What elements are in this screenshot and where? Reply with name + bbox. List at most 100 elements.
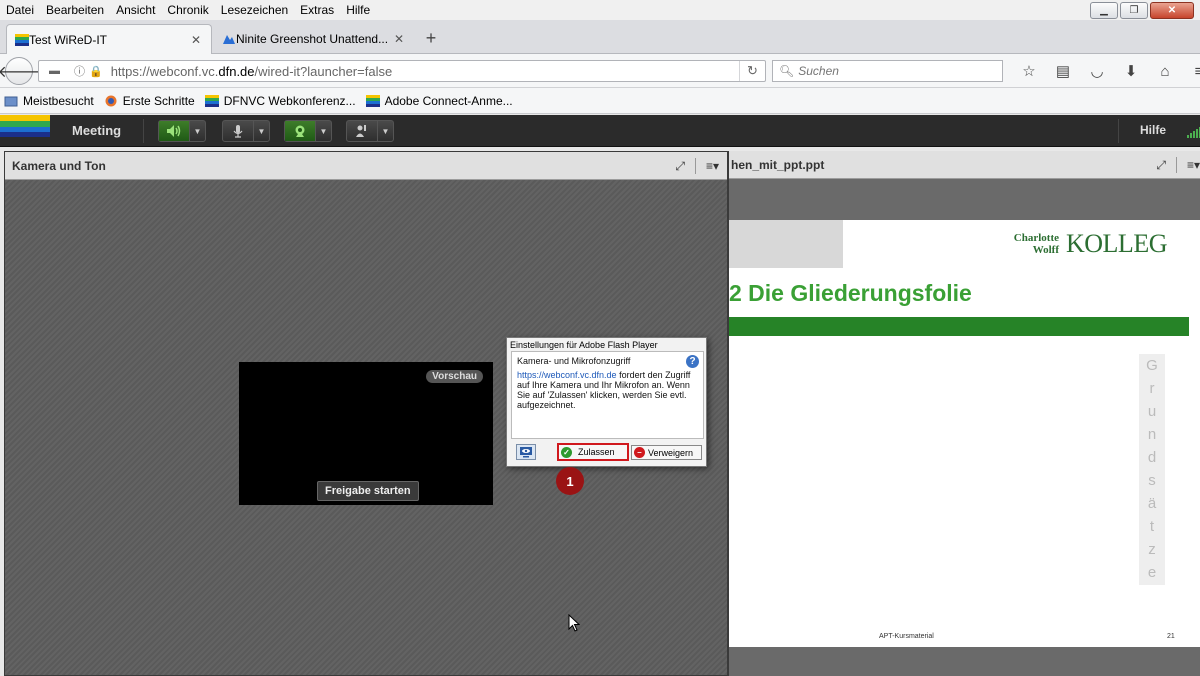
chevron-down-icon[interactable]: ▼: [253, 121, 269, 141]
microphone-button[interactable]: ▼: [222, 120, 270, 142]
webcam-icon: [285, 121, 315, 141]
hamburger-menu-button[interactable]: ≡: [1182, 60, 1200, 82]
download-icon: ⬇: [1124, 63, 1138, 80]
bookmark-label: Adobe Connect-Anme...: [384, 93, 513, 108]
connect-favicon-icon: [204, 94, 219, 107]
bookmark-dfnvc[interactable]: DFNVC Webkonferenz...: [204, 93, 356, 108]
hamburger-icon: ≡: [1194, 62, 1200, 80]
connect-toolbar: Meeting ▼ ▼ ▼ ▼ Hilfe: [0, 115, 1200, 147]
search-input[interactable]: [798, 64, 989, 78]
bookmark-erste-schritte[interactable]: Erste Schritte: [104, 94, 195, 108]
meeting-menu[interactable]: Meeting: [72, 123, 121, 138]
divider: [694, 158, 696, 174]
help-icon[interactable]: ?: [686, 355, 699, 368]
allow-label: Zulassen: [578, 447, 615, 457]
privacy-settings-button[interactable]: [516, 444, 536, 460]
downloads-button[interactable]: ⬇: [1114, 60, 1148, 82]
page-icon: ▬: [49, 65, 60, 77]
flash-settings-dialog: Einstellungen für Adobe Flash Player Kam…: [506, 337, 707, 467]
close-window-button[interactable]: ✕: [1150, 2, 1194, 19]
microphone-icon: [223, 121, 253, 141]
fullscreen-icon[interactable]: ⤢: [675, 159, 685, 174]
chevron-down-icon[interactable]: ▼: [189, 121, 205, 141]
help-menu[interactable]: Hilfe: [1140, 123, 1166, 137]
folder-icon: [4, 96, 18, 106]
monitor-eye-icon: [520, 447, 532, 458]
plus-icon: +: [425, 28, 437, 48]
logo-brand: KOLLEG: [1066, 229, 1167, 258]
person-hand-icon: [347, 121, 377, 141]
pocket-button[interactable]: ◡: [1080, 60, 1114, 82]
slide-green-bar: [729, 317, 1189, 336]
arrow-left-icon: 🡐: [0, 63, 41, 81]
url-bar[interactable]: ▬ ⓘ 🔒 https://webconf.vc.dfn.de/wired-it…: [38, 60, 766, 82]
url-text[interactable]: https://webconf.vc.dfn.de/wired-it?launc…: [111, 64, 392, 79]
search-icon: 🔍︎: [779, 64, 795, 78]
connection-signal-icon: [1187, 127, 1200, 138]
camera-pod-title: Kamera und Ton: [12, 158, 106, 173]
bookmark-adobe-connect[interactable]: Adobe Connect-Anme...: [365, 93, 513, 108]
toolbar-icons: ☆ ▤ ◡ ⬇ ⌂ ≡: [1012, 60, 1200, 82]
lock-icon[interactable]: 🔒: [89, 65, 103, 78]
toolbar-divider: [143, 119, 144, 143]
close-icon: ✕: [1167, 5, 1177, 16]
tab-test-wired-it[interactable]: Test WiReD-IT ✕: [6, 24, 212, 54]
firefox-icon: [105, 95, 117, 106]
tab-bar: Test WiReD-IT ✕ Ninite Greenshot Unatten…: [0, 20, 1200, 54]
camera-preview: Vorschau Freigabe starten: [239, 362, 493, 505]
home-button[interactable]: ⌂: [1148, 60, 1182, 82]
presentation-slide: Charlotte Wolff KOLLEG 2 Die Gliederungsf…: [729, 220, 1200, 647]
info-icon[interactable]: ⓘ: [74, 63, 85, 79]
tab-ninite-greenshot[interactable]: Ninite Greenshot Unattend... ✕: [214, 24, 414, 54]
dialog-message: https://webconf.vc.dfn.de fordert den Zu…: [517, 370, 691, 410]
bookmark-star-button[interactable]: ☆: [1012, 60, 1046, 82]
checkmark-icon: ✓: [561, 446, 572, 458]
chevron-down-icon[interactable]: ▼: [377, 121, 393, 141]
menu-extras[interactable]: Extras: [294, 3, 340, 17]
bookmark-label: DFNVC Webkonferenz...: [223, 93, 356, 108]
menu-lesezeichen[interactable]: Lesezeichen: [215, 3, 294, 17]
menu-bar: Datei Bearbeiten Ansicht Chronik Lesezei…: [0, 0, 1200, 20]
reload-button[interactable]: ↻: [739, 61, 765, 81]
minimize-button[interactable]: ▁: [1090, 2, 1118, 19]
reload-icon: ↻: [747, 63, 758, 78]
pod-menu-icon[interactable]: ≡▾: [706, 159, 719, 173]
slide-header-block: [729, 220, 843, 268]
tab-close-icon[interactable]: ✕: [392, 32, 406, 46]
fullscreen-icon[interactable]: ⤢: [1156, 158, 1166, 173]
new-tab-button[interactable]: +: [420, 26, 442, 50]
connect-favicon-icon: [365, 94, 380, 107]
vertical-label: Grundsätze: [1139, 354, 1165, 585]
pod-menu-icon[interactable]: ≡▾: [1187, 158, 1200, 172]
camera-button[interactable]: ▼: [284, 120, 332, 142]
step-marker: 1: [556, 467, 584, 495]
deny-button[interactable]: – Verweigern: [631, 445, 702, 460]
menu-datei[interactable]: Datei: [0, 3, 40, 17]
menu-bearbeiten[interactable]: Bearbeiten: [40, 3, 110, 17]
bookmark-label: Erste Schritte: [122, 93, 195, 108]
reader-list-button[interactable]: ▤: [1046, 60, 1080, 82]
tab-close-icon[interactable]: ✕: [189, 33, 203, 47]
share-pod-header: hen_mit_ppt.ppt ⤢ ≡▾: [729, 151, 1200, 179]
menu-chronik[interactable]: Chronik: [161, 3, 214, 17]
back-button[interactable]: 🡐: [0, 57, 40, 85]
ninite-favicon-icon: [223, 35, 235, 44]
start-sharing-button[interactable]: Freigabe starten: [317, 481, 419, 501]
mouse-cursor-icon: [568, 614, 580, 632]
speaker-button[interactable]: ▼: [158, 120, 206, 142]
pod-header-icons: ⤢ ≡▾: [1156, 157, 1200, 173]
menu-hilfe[interactable]: Hilfe: [340, 3, 376, 17]
menu-ansicht[interactable]: Ansicht: [110, 3, 161, 17]
restore-button[interactable]: ❐: [1120, 2, 1148, 19]
chevron-down-icon[interactable]: ▼: [315, 121, 331, 141]
bookmark-meistbesucht[interactable]: Meistbesucht: [4, 94, 94, 108]
slide-title: 2 Die Gliederungsfolie: [729, 280, 972, 306]
raise-hand-button[interactable]: ▼: [346, 120, 394, 142]
toolbar-divider: [1118, 119, 1119, 143]
dialog-heading: Kamera- und Mikrofonzugriff: [517, 356, 631, 366]
allow-button[interactable]: ✓ Zulassen: [557, 443, 629, 461]
dialog-body: Kamera- und Mikrofonzugriff https://webc…: [511, 351, 704, 439]
search-box[interactable]: 🔍︎: [772, 60, 1003, 82]
bookmarks-toolbar: Meistbesucht Erste Schritte DFNVC Webkon…: [0, 88, 1200, 114]
share-pod-title: hen_mit_ppt.ppt: [731, 157, 825, 172]
